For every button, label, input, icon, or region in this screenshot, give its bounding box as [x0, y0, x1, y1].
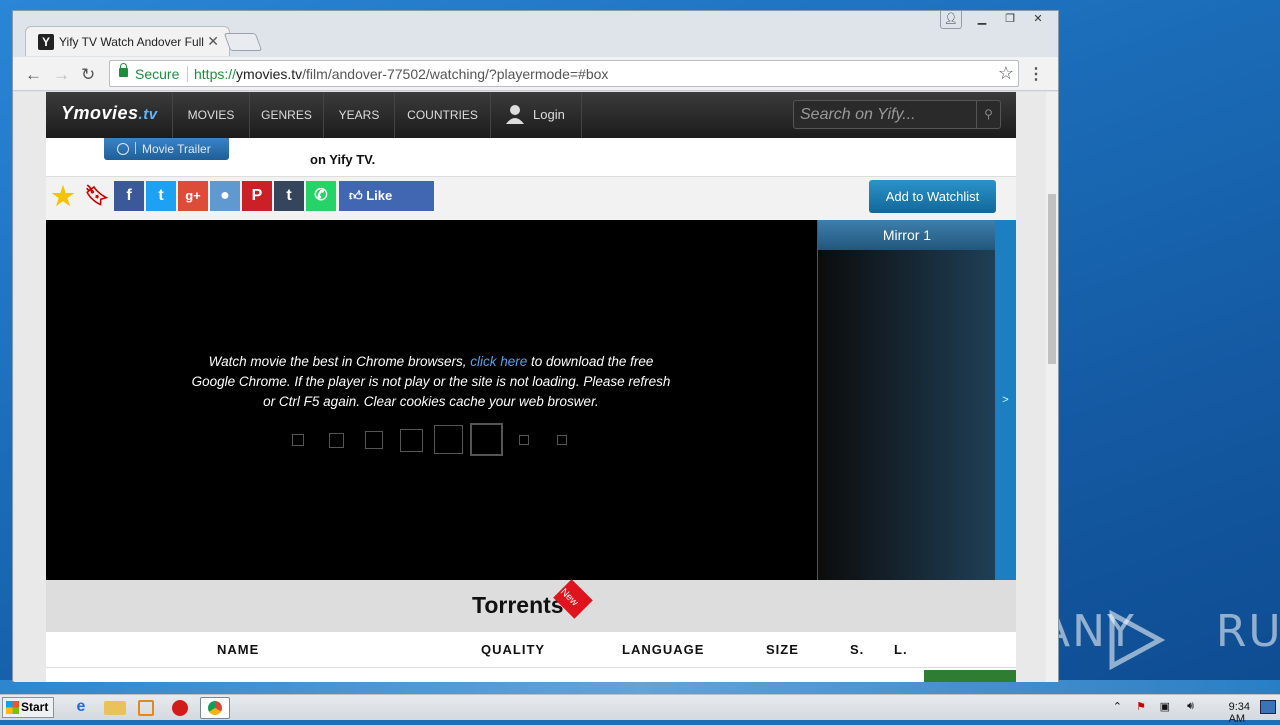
reload-icon[interactable]: ↻	[81, 65, 95, 85]
side-toggle-button[interactable]: >	[995, 220, 1016, 580]
url-text: https://ymovies.tv/film/andover-77502/wa…	[194, 66, 609, 82]
scrollbar-thumb[interactable]	[1048, 194, 1056, 364]
loader-square	[470, 423, 503, 456]
bookmark-star-icon[interactable]: ☆	[998, 63, 1014, 84]
loader-square	[292, 434, 304, 446]
new-tab-button[interactable]	[223, 33, 263, 51]
col-size[interactable]: SIZE	[766, 642, 799, 657]
col-name[interactable]: NAME	[217, 642, 259, 657]
media-player-icon[interactable]	[138, 700, 154, 716]
site-nav: Ymovies.tv MOVIES GENRES YEARS COUNTRIES…	[46, 92, 1016, 138]
forward-arrow-icon[interactable]: →	[53, 65, 70, 85]
share-bar: ★ 🔖︎ f t g+ ● P t ✆ 👍︎ Like Add to Watch…	[46, 176, 1016, 220]
movie-trailer-button[interactable]: Movie Trailer	[104, 138, 229, 160]
desktop-swoosh	[0, 680, 1280, 694]
bookmark-add-icon[interactable]: 🔖︎	[82, 181, 112, 211]
clock[interactable]: 9:34 AM	[1229, 701, 1250, 725]
torrents-section: Torrents New	[46, 579, 1016, 632]
address-bar[interactable]: Secure https://ymovies.tv/film/andover-7…	[109, 60, 1019, 87]
loader-square	[557, 435, 567, 445]
search-input[interactable]: Search on Yify... ⚲	[793, 100, 1001, 129]
add-to-watchlist-button[interactable]: Add to Watchlist	[869, 180, 996, 213]
taskbar: Start e ⌃ ⚑ ▣ 🔊︎ 9:34 AM	[0, 694, 1280, 725]
whatsapp-icon[interactable]: ✆	[306, 181, 336, 211]
explorer-folder-icon[interactable]	[104, 701, 126, 715]
browser-window: Y Yify TV Watch Andover Full ✕ 👤︎ ▁ ❐ ✕ …	[12, 10, 1059, 682]
nav-genres[interactable]: GENRES	[249, 92, 323, 138]
close-window-button[interactable]: ✕	[1024, 11, 1052, 29]
window-controls: 👤︎ ▁ ❐ ✕	[940, 11, 1052, 29]
facebook-like-button[interactable]: 👍︎ Like	[339, 181, 434, 211]
description-text: on Yify TV.	[310, 152, 376, 167]
play-icon	[117, 143, 129, 155]
favorite-star-icon[interactable]: ★	[48, 181, 78, 211]
show-desktop-icon[interactable]	[1260, 700, 1276, 714]
profile-icon[interactable]: 👤︎	[940, 11, 962, 29]
col-language[interactable]: LANGUAGE	[622, 642, 704, 657]
start-button[interactable]: Start	[2, 697, 54, 718]
chrome-icon	[208, 701, 222, 715]
back-arrow-icon[interactable]: ←	[25, 65, 42, 85]
ie-icon[interactable]: e	[70, 698, 92, 718]
loader-square	[400, 429, 423, 452]
facebook-icon[interactable]: f	[114, 181, 144, 211]
tumblr-icon[interactable]: t	[274, 181, 304, 211]
divider	[187, 66, 188, 82]
network-icon[interactable]: ▣	[1160, 700, 1170, 713]
page-scrollbar[interactable]	[1046, 92, 1058, 682]
search-icon[interactable]: ⚲	[976, 101, 1000, 128]
pinterest-icon[interactable]: P	[242, 181, 272, 211]
user-icon	[506, 105, 524, 124]
login-button[interactable]: Login	[490, 92, 582, 138]
tab-active[interactable]: Y Yify TV Watch Andover Full ✕	[25, 26, 230, 56]
reddit-icon[interactable]: ●	[210, 181, 240, 211]
video-player[interactable]: Watch movie the best in Chrome browsers,…	[46, 220, 817, 580]
maximize-button[interactable]: ❐	[996, 11, 1024, 29]
site-logo[interactable]: Ymovies.tv	[61, 103, 158, 124]
title-bar: Y Yify TV Watch Andover Full ✕ 👤︎ ▁ ❐ ✕	[13, 11, 1058, 57]
windows-flag-icon	[6, 701, 19, 714]
mirror-panel: Mirror 1	[817, 220, 996, 580]
menu-icon[interactable]: ⋮	[1028, 64, 1044, 84]
torrents-table-header: NAME QUALITY LANGUAGE SIZE S. L.	[46, 632, 1016, 668]
loader-square	[434, 425, 463, 454]
loader-square	[519, 435, 529, 445]
site-container: Movie Trailer on Yify TV. Ymovies.tv MOV…	[46, 92, 1016, 682]
lock-icon	[119, 63, 128, 77]
twitter-icon[interactable]: t	[146, 181, 176, 211]
nav-movies[interactable]: MOVIES	[172, 92, 249, 138]
tab-close-icon[interactable]: ✕	[207, 33, 219, 50]
watermark: ANY RUN	[1040, 606, 1280, 657]
tray-expand-icon[interactable]: ⌃	[1113, 700, 1122, 713]
col-leech[interactable]: L.	[894, 642, 908, 657]
chrome-download-link[interactable]: click here	[470, 354, 527, 369]
nav-years[interactable]: YEARS	[323, 92, 394, 138]
info-bar: Movie Trailer on Yify TV.	[46, 138, 1016, 176]
col-seeds[interactable]: S.	[850, 642, 864, 657]
torrents-title: Torrents	[472, 592, 564, 618]
chrome-taskbar-button[interactable]	[200, 697, 230, 719]
col-quality[interactable]: QUALITY	[481, 642, 545, 657]
page-viewport: Movie Trailer on Yify TV. Ymovies.tv MOV…	[14, 92, 1046, 682]
tab-title: Yify TV Watch Andover Full	[59, 35, 204, 49]
player-message: Watch movie the best in Chrome browsers,…	[191, 354, 671, 409]
mirror-1-button[interactable]: Mirror 1	[818, 220, 996, 250]
browser-toolbar: ← → ↻ Secure https://ymovies.tv/film/and…	[13, 57, 1058, 91]
tray-flag-icon[interactable]: ⚑	[1136, 700, 1146, 713]
search-placeholder: Search on Yify...	[800, 106, 916, 123]
nav-countries[interactable]: COUNTRIES	[394, 92, 490, 138]
favicon-icon: Y	[38, 34, 54, 50]
loader-square	[365, 431, 383, 449]
opera-icon[interactable]	[172, 700, 188, 716]
minimize-button[interactable]: ▁	[968, 11, 996, 29]
download-button-edge[interactable]	[924, 670, 1016, 682]
google-plus-icon[interactable]: g+	[178, 181, 208, 211]
volume-icon[interactable]: 🔊︎	[1187, 700, 1194, 713]
loader-square	[329, 433, 344, 448]
secure-label: Secure	[135, 66, 180, 82]
